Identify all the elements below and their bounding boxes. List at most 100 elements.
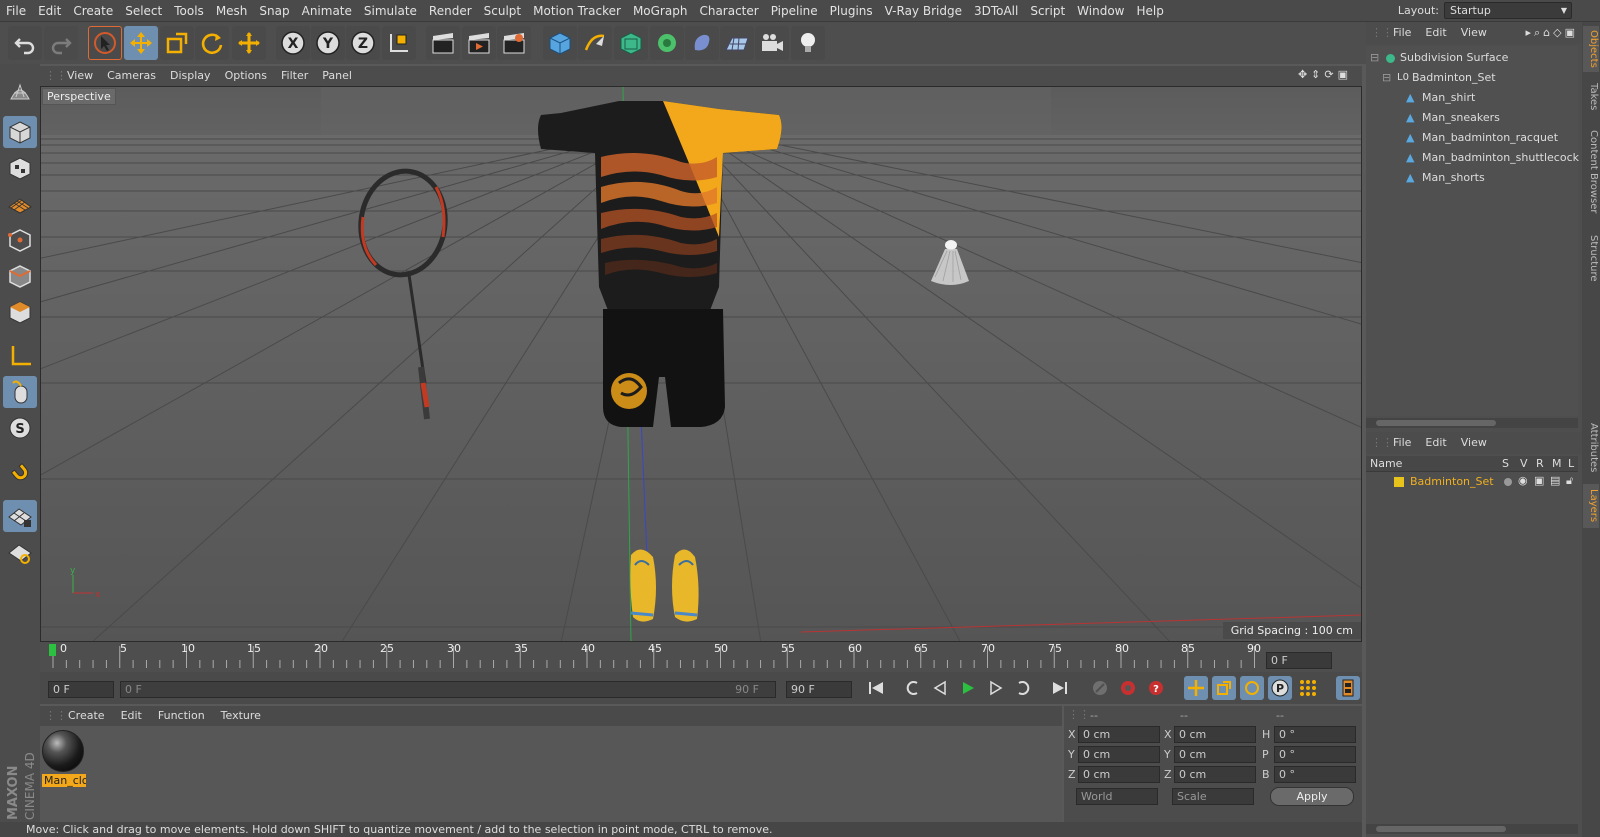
scrollbar-thumb[interactable]	[1376, 420, 1496, 426]
object-row-badminton-set[interactable]: ⊟ L0 Badminton_Set	[1366, 68, 1578, 88]
start-frame-field[interactable]: 0 F	[48, 681, 114, 698]
viewport-menu-panel[interactable]: Panel	[315, 66, 359, 86]
x-axis-lock-button[interactable]: X	[276, 26, 310, 60]
drag-handle-icon[interactable]: ⋮⋮	[1366, 26, 1393, 39]
redo-button[interactable]	[44, 26, 78, 60]
go-to-start-button[interactable]	[864, 676, 888, 700]
coordinate-system-button[interactable]	[382, 26, 416, 60]
key-scale-button[interactable]	[1212, 676, 1236, 700]
render-icon[interactable]: ▣	[1534, 474, 1544, 487]
camera-label[interactable]: Perspective	[42, 88, 116, 105]
material-menu-edit[interactable]: Edit	[113, 706, 150, 726]
timeline-window-button[interactable]	[1336, 676, 1360, 700]
add-cloner-button[interactable]	[650, 26, 684, 60]
viewport-menu-cameras[interactable]: Cameras	[100, 66, 163, 86]
texture-mode-button[interactable]	[3, 152, 37, 184]
material-menu-texture[interactable]: Texture	[213, 706, 269, 726]
layer-row-badminton-set[interactable]: Badminton_Set ◉ ▣ ▤ 🔓︎	[1366, 473, 1578, 491]
viewport-menu-filter[interactable]: Filter	[274, 66, 315, 86]
menu-select[interactable]: Select	[119, 0, 168, 22]
solo-dot-icon[interactable]	[1504, 478, 1512, 486]
world-dropdown[interactable]: World	[1076, 788, 1158, 805]
object-row-man-shorts[interactable]: ▲ Man_shorts	[1366, 168, 1578, 188]
material-menu-function[interactable]: Function	[150, 706, 213, 726]
tab-content-browser[interactable]: Content Browser	[1583, 122, 1599, 222]
render-view-button[interactable]	[426, 26, 460, 60]
menu-animate[interactable]: Animate	[296, 0, 358, 22]
pos-y-field[interactable]: 0 cm	[1078, 746, 1160, 763]
object-row-subdivision[interactable]: ⊟ Subdivision Surface	[1366, 48, 1578, 68]
menu-pipeline[interactable]: Pipeline	[765, 0, 824, 22]
menu-script[interactable]: Script	[1024, 0, 1071, 22]
tab-objects[interactable]: Objects	[1583, 26, 1599, 72]
render-settings-button[interactable]	[497, 26, 531, 60]
layer-menu-file[interactable]: File	[1386, 432, 1418, 454]
go-to-end-button[interactable]	[1048, 676, 1072, 700]
add-floor-button[interactable]	[720, 26, 754, 60]
drag-handle-icon[interactable]: ⋮⋮	[40, 709, 67, 722]
next-key-button[interactable]	[1012, 676, 1036, 700]
edges-mode-button[interactable]	[3, 260, 37, 292]
manager-icon[interactable]: ▤	[1550, 474, 1560, 487]
render-to-picture-viewer-button[interactable]	[462, 26, 496, 60]
make-editable-button[interactable]	[3, 76, 37, 108]
drag-handle-icon[interactable]: ⋮⋮	[1068, 708, 1090, 721]
scale-tool-button[interactable]	[160, 26, 194, 60]
key-parameter-button[interactable]: P	[1268, 676, 1292, 700]
axis-mode-button[interactable]	[3, 340, 37, 372]
menu-window[interactable]: Window	[1071, 0, 1130, 22]
next-frame-button[interactable]	[984, 676, 1008, 700]
tab-structure[interactable]: Structure	[1583, 228, 1599, 288]
menu-motion-tracker[interactable]: Motion Tracker	[527, 0, 627, 22]
previous-frame-button[interactable]	[928, 676, 952, 700]
layer-scrollbar[interactable]	[1366, 824, 1578, 834]
viewport-menu-display[interactable]: Display	[163, 66, 218, 86]
z-axis-lock-button[interactable]: Z	[346, 26, 380, 60]
drag-handle-icon[interactable]: ⋮⋮	[40, 69, 67, 82]
size-y-field[interactable]: 0 cm	[1174, 746, 1256, 763]
frame-range-slider[interactable]: 0 F 90 F	[120, 681, 776, 698]
autokeying-button[interactable]	[1116, 676, 1140, 700]
move-tool-button[interactable]	[124, 26, 158, 60]
add-camera-button[interactable]	[755, 26, 789, 60]
enable-axis-lock-button[interactable]	[3, 500, 37, 532]
scrollbar-thumb[interactable]	[1376, 826, 1506, 832]
solo-mode-button[interactable]: S	[3, 412, 37, 444]
y-axis-lock-button[interactable]: Y	[311, 26, 345, 60]
tweak-mode-button[interactable]	[3, 376, 37, 408]
recent-tool-button[interactable]	[232, 26, 266, 60]
menu-plugins[interactable]: Plugins	[824, 0, 879, 22]
drag-handle-icon[interactable]: ⋮⋮	[1366, 436, 1393, 449]
pos-x-field[interactable]: 0 cm	[1078, 726, 1160, 743]
menu-sculpt[interactable]: Sculpt	[478, 0, 527, 22]
pos-z-field[interactable]: 0 cm	[1078, 766, 1160, 783]
record-keys-button[interactable]	[1088, 676, 1112, 700]
current-frame-field[interactable]: 0 F	[1266, 652, 1332, 669]
object-menu-view[interactable]: View	[1454, 22, 1494, 44]
menu-mograph[interactable]: MoGraph	[627, 0, 694, 22]
add-cube-button[interactable]	[543, 26, 577, 60]
material-swatch[interactable]: Man_clc	[42, 730, 86, 790]
play-button[interactable]	[956, 676, 980, 700]
undo-button[interactable]	[8, 26, 42, 60]
menu-3dtoall[interactable]: 3DToAll	[968, 0, 1024, 22]
menu-render[interactable]: Render	[423, 0, 478, 22]
object-row-man-badminton-shuttlecock[interactable]: ▲ Man_badminton_shuttlecock	[1366, 148, 1579, 168]
key-position-button[interactable]	[1184, 676, 1208, 700]
collapse-icon[interactable]: ⊟	[1382, 68, 1391, 88]
add-deformer-button[interactable]	[685, 26, 719, 60]
object-row-man-sneakers[interactable]: ▲ Man_sneakers	[1366, 108, 1578, 128]
rotate-tool-button[interactable]	[195, 26, 229, 60]
lock-icon[interactable]: 🔓︎	[1566, 474, 1573, 488]
menu-mesh[interactable]: Mesh	[210, 0, 254, 22]
timeline-ruler[interactable]: 0 5 10 15 20 25 30 35 40 45 50 55 60 65 …	[40, 642, 1362, 672]
size-x-field[interactable]: 0 cm	[1174, 726, 1256, 743]
layout-select[interactable]: Startup	[1444, 2, 1572, 19]
add-subdivision-button[interactable]	[614, 26, 648, 60]
rot-p-field[interactable]: 0 °	[1274, 746, 1356, 763]
eye-icon[interactable]: ◉	[1518, 474, 1528, 487]
menu-vray-bridge[interactable]: V-Ray Bridge	[879, 0, 968, 22]
layer-color-swatch[interactable]	[1394, 477, 1404, 487]
size-z-field[interactable]: 0 cm	[1174, 766, 1256, 783]
viewport-navigation-icons[interactable]: ✥⇕⟳▣	[1298, 68, 1352, 81]
